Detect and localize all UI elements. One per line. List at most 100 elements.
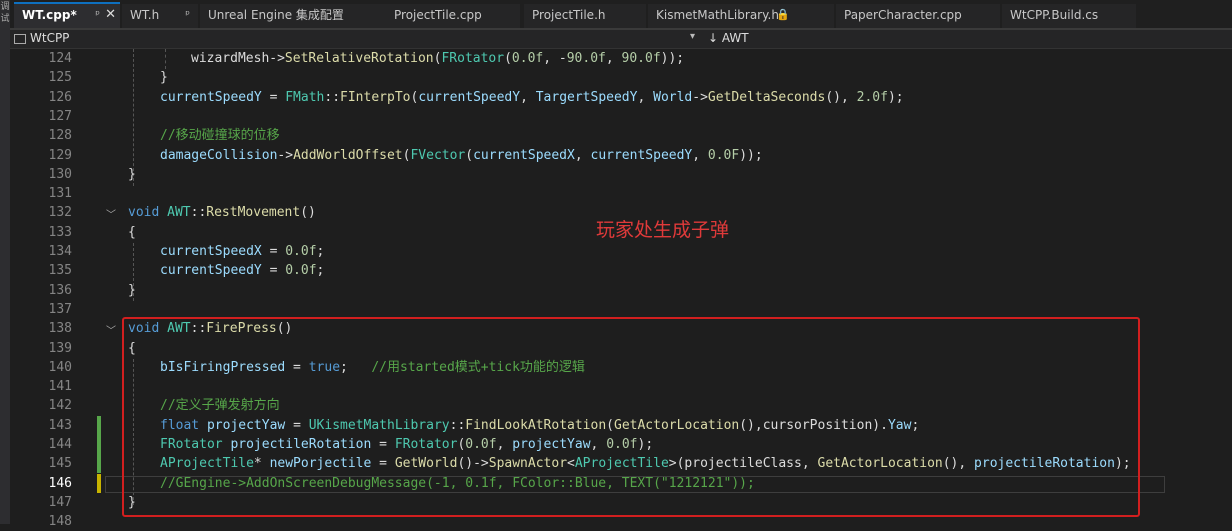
code-line[interactable]: 126 currentSpeedY = FMath::FInterpTo(curr… xyxy=(10,88,1232,107)
code-text: wizardMesh->SetRelativeRotation (FRotator… xyxy=(191,49,684,68)
code-text: } xyxy=(128,165,136,184)
code-token: GetDeltaSeconds xyxy=(707,89,826,105)
code-token: SetRelativeRotation xyxy=(284,51,434,66)
code-token: 2.0f xyxy=(856,89,888,105)
close-icon[interactable]: ✕ xyxy=(105,4,116,26)
code-token: wizardMesh-> xyxy=(191,51,285,66)
code-token: currentSpeedY xyxy=(160,89,262,105)
code-token: , - xyxy=(543,51,567,66)
code-token: RestMovement xyxy=(206,205,301,221)
code-line[interactable]: 131 xyxy=(10,184,1232,203)
code-line[interactable]: 136} xyxy=(10,281,1232,300)
code-token: )); xyxy=(660,51,685,66)
code-token: , xyxy=(605,51,622,66)
code-token: , xyxy=(574,147,591,163)
code-line[interactable]: 125} xyxy=(10,68,1232,87)
code-token: -> xyxy=(692,89,708,105)
line-number: 125 xyxy=(48,70,72,86)
code-line[interactable]: 128 //移动碰撞球的位移 xyxy=(10,126,1232,145)
code-text: { xyxy=(128,223,136,242)
line-number: 146 xyxy=(48,475,72,491)
line-number: 142 xyxy=(48,398,72,414)
lock-icon: 🔒 xyxy=(776,8,790,21)
tab-papercharacter-cpp[interactable]: PaperCharacter.cpp xyxy=(836,4,1000,28)
change-marker xyxy=(97,473,101,493)
line-number: 140 xyxy=(48,359,72,375)
tab-wtcpp-build-cs[interactable]: WtCPP.Build.cs xyxy=(1002,4,1136,28)
line-number: 138 xyxy=(48,321,72,337)
line-number: 147 xyxy=(48,494,72,510)
code-line[interactable]: 130} xyxy=(10,165,1232,184)
code-token: 0.0f xyxy=(285,244,317,259)
pin-icon[interactable]: ᵖ xyxy=(95,4,100,26)
code-token: , xyxy=(520,89,536,105)
code-token: ); xyxy=(887,89,904,105)
code-token: } xyxy=(160,70,168,86)
project-dropdown[interactable]: WtCPP xyxy=(14,31,69,45)
line-number: 130 xyxy=(48,166,72,182)
line-number: 136 xyxy=(48,282,72,298)
line-number: 135 xyxy=(48,263,72,279)
code-text: } xyxy=(128,281,136,300)
change-marker xyxy=(97,415,101,435)
code-token: FMath xyxy=(285,89,325,105)
line-number: 134 xyxy=(48,244,72,259)
tab-projecttile-cpp[interactable]: ProjectTile.cpp xyxy=(386,4,520,28)
code-token: FInterpTo xyxy=(340,89,411,105)
tab-bar: WT.cpp* ᵖ ✕ WT.h ᵖ Unreal Engine 集成配置 Proje… xyxy=(10,0,1232,30)
code-text: currentSpeedY = 0.0f; xyxy=(160,261,324,280)
line-number: 127 xyxy=(48,108,72,124)
code-token: 90.0f xyxy=(621,51,661,66)
code-line[interactable]: 135 currentSpeedY = 0.0f; xyxy=(10,261,1232,280)
code-token: ( xyxy=(504,51,512,66)
highlight-box xyxy=(122,317,1140,517)
left-tool-strip: 调试 xyxy=(0,0,10,524)
code-line[interactable]: 127 xyxy=(10,107,1232,126)
line-number: 139 xyxy=(48,340,72,356)
line-number: 143 xyxy=(48,417,72,433)
tab-projecttile-h[interactable]: ProjectTile.h xyxy=(524,4,646,28)
code-token: FVector xyxy=(410,147,466,163)
code-line[interactable]: 129 damageCollision->AddWorldOffset (FVect… xyxy=(10,146,1232,165)
line-number: 141 xyxy=(48,379,72,395)
code-token: currentSpeedY xyxy=(418,89,521,105)
code-token: = xyxy=(261,244,286,259)
code-token: currentSpeedY xyxy=(160,263,262,279)
code-token: World xyxy=(653,89,693,105)
tab-kismetmathlibrary-h[interactable]: KismetMathLibrary.h 🔒 xyxy=(648,4,834,28)
code-token: { xyxy=(128,224,136,240)
code-token: //移动碰撞球的位移 xyxy=(160,128,280,144)
line-number: 144 xyxy=(48,437,72,452)
code-token: )); xyxy=(739,147,763,163)
line-number: 137 xyxy=(48,301,72,317)
line-number: 133 xyxy=(48,224,72,240)
change-marker xyxy=(97,435,101,454)
tab-wt-h[interactable]: WT.h ᵖ xyxy=(122,4,198,28)
code-text: currentSpeedX = 0.0f; xyxy=(160,242,324,261)
code-text: } xyxy=(160,68,168,87)
code-token: , xyxy=(692,147,708,163)
line-number: 145 xyxy=(48,456,72,472)
code-line[interactable]: 134 currentSpeedX = 0.0f; xyxy=(10,242,1232,261)
code-token: = xyxy=(261,89,286,105)
code-text: currentSpeedY = FMath::FInterpTo(current… xyxy=(160,88,904,107)
pin-icon[interactable]: ᵖ xyxy=(185,4,190,26)
tab-unreal-config[interactable]: Unreal Engine 集成配置 xyxy=(200,4,392,28)
code-text: damageCollision->AddWorldOffset(FVector(… xyxy=(160,146,763,165)
chevron-down-icon[interactable]: ▾ xyxy=(690,31,695,42)
code-token: -> xyxy=(277,147,294,163)
code-token: 0.0f xyxy=(511,51,544,66)
code-token: } xyxy=(128,282,136,298)
line-number: 131 xyxy=(48,186,72,202)
code-text: //移动碰撞球的位移 xyxy=(160,126,280,145)
code-line[interactable]: 124 wizardMesh->SetRelativeRotation (FRota… xyxy=(10,49,1232,68)
code-token: , xyxy=(637,89,654,105)
tab-wt-cpp[interactable]: WT.cpp* ᵖ ✕ xyxy=(14,2,120,28)
code-token: = xyxy=(261,263,286,279)
class-dropdown[interactable]: ↓ AWT xyxy=(708,31,749,45)
line-number: 128 xyxy=(48,128,72,144)
code-token: currentSpeedX xyxy=(473,147,575,163)
code-token: 0.0F xyxy=(707,147,740,163)
code-token: 0.0f xyxy=(285,263,317,279)
